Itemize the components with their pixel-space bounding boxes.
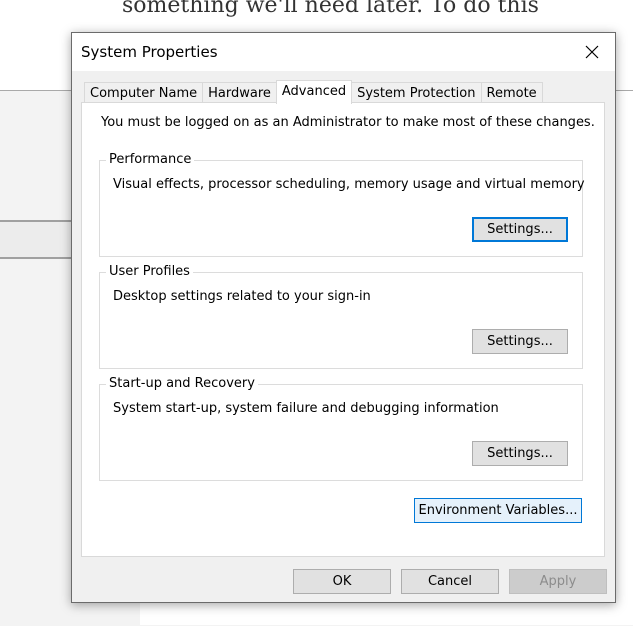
startup-recovery-description: System start-up, system failure and debu…: [113, 401, 499, 416]
dialog-title: System Properties: [81, 43, 218, 61]
startup-recovery-group: Start-up and Recovery System start-up, s…: [99, 376, 583, 481]
performance-description: Visual effects, processor scheduling, me…: [113, 177, 585, 192]
performance-settings-button[interactable]: Settings...: [472, 217, 568, 242]
background-divider: [0, 257, 75, 259]
performance-group-title: Performance: [106, 152, 195, 167]
user-profiles-group: User Profiles Desktop settings related t…: [99, 264, 583, 369]
close-icon: [585, 45, 599, 59]
background-article-text: something we'll need later. To do this: [122, 0, 539, 18]
environment-variables-button[interactable]: Environment Variables...: [414, 498, 582, 523]
tab-system-protection[interactable]: System Protection: [351, 82, 482, 103]
user-profiles-group-title: User Profiles: [106, 264, 193, 279]
startup-recovery-group-title: Start-up and Recovery: [106, 376, 258, 391]
user-profiles-description: Desktop settings related to your sign-in: [113, 289, 371, 304]
tab-remote[interactable]: Remote: [480, 82, 543, 103]
user-profiles-settings-button[interactable]: Settings...: [472, 329, 568, 354]
close-button[interactable]: [569, 33, 615, 71]
tab-strip: Computer Name Hardware Advanced System P…: [84, 80, 543, 104]
admin-notice: You must be logged on as an Administrato…: [101, 115, 595, 130]
performance-group: Performance Visual effects, processor sc…: [99, 152, 585, 257]
startup-recovery-settings-button[interactable]: Settings...: [472, 441, 568, 466]
tab-hardware[interactable]: Hardware: [202, 82, 277, 103]
cancel-button[interactable]: Cancel: [401, 569, 499, 594]
title-bar[interactable]: System Properties: [72, 33, 615, 71]
tab-computer-name[interactable]: Computer Name: [84, 82, 204, 103]
system-properties-dialog: System Properties Computer Name Hardware…: [71, 32, 616, 603]
ok-button[interactable]: OK: [293, 569, 391, 594]
apply-button[interactable]: Apply: [509, 569, 607, 594]
background-input: [0, 222, 75, 257]
tab-advanced[interactable]: Advanced: [275, 80, 353, 104]
advanced-tab-panel: You must be logged on as an Administrato…: [81, 102, 605, 557]
